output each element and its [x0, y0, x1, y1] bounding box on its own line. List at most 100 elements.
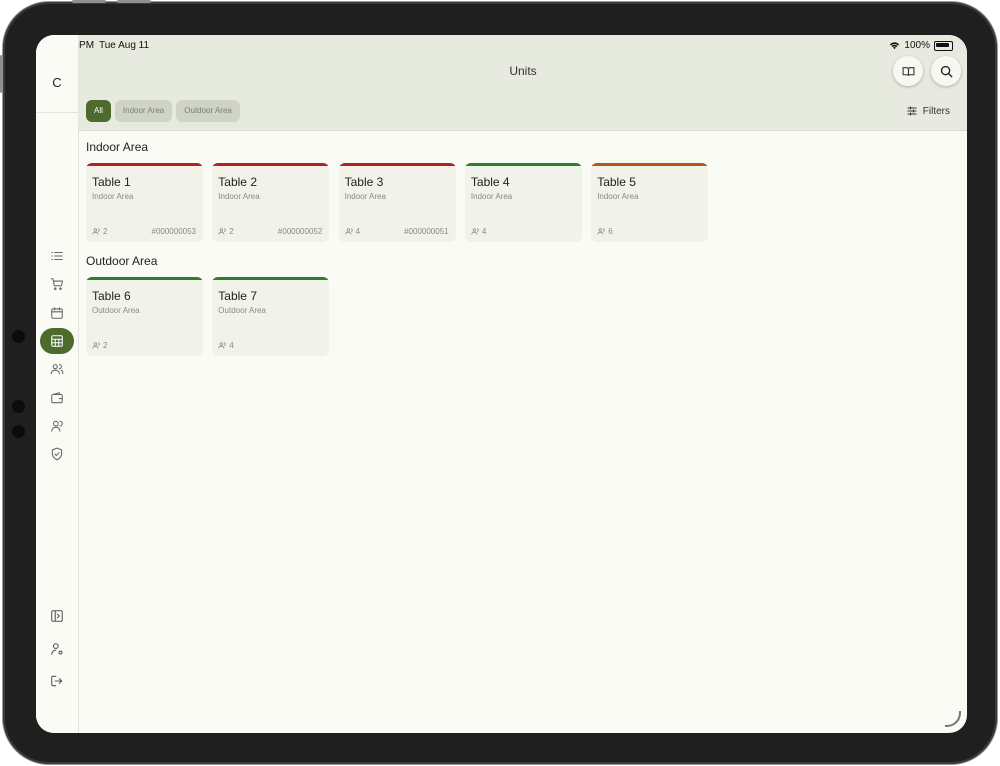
- battery-icon: [934, 40, 953, 51]
- guest-count: 6: [597, 227, 613, 236]
- filters-label: Filters: [922, 105, 950, 117]
- sidebar-item-users[interactable]: [40, 356, 74, 382]
- table-area: Indoor Area: [218, 192, 260, 201]
- user-settings-icon: [51, 642, 63, 655]
- table-card[interactable]: Table 5 Indoor Area 6: [591, 163, 709, 242]
- battery-percent: 100%: [904, 40, 930, 51]
- guest-count: 4: [471, 227, 486, 236]
- camera-dot: [12, 330, 25, 343]
- sidebar-item-list[interactable]: [40, 243, 74, 269]
- table-area: Indoor Area: [470, 192, 513, 201]
- logout-icon: [51, 675, 63, 687]
- guest-count-value: 4: [481, 227, 487, 236]
- side-button: [0, 55, 3, 93]
- table-card[interactable]: Table 6 Outdoor Area 2: [86, 277, 203, 356]
- table-name: Table 3: [344, 175, 384, 189]
- table-name: Table 6: [92, 289, 131, 303]
- filter-chip-indoor-area[interactable]: Indoor Area: [114, 100, 173, 122]
- table-card[interactable]: Table 7 Outdoor Area 4: [212, 277, 330, 356]
- status-bar-indicator: [591, 163, 709, 166]
- table-name: Table 1: [92, 175, 131, 189]
- status-bar-indicator: [212, 277, 330, 280]
- filters-button[interactable]: Filters: [906, 105, 950, 117]
- guest-count-value: 2: [103, 227, 108, 236]
- status-indicators: 100%: [889, 40, 953, 51]
- status-bar-indicator: [212, 163, 330, 166]
- sidebar-item-calendar[interactable]: [40, 300, 74, 326]
- app-logo: C: [52, 75, 62, 90]
- wallet-icon: [51, 391, 63, 403]
- table-card[interactable]: Table 1 Indoor Area 2 #000000053: [86, 163, 203, 242]
- sidebar-item-shield-check[interactable]: [40, 441, 74, 467]
- order-number: #000000051: [404, 227, 449, 236]
- guest-count-value: 2: [229, 227, 234, 236]
- status-bar-indicator: [86, 163, 203, 166]
- camera-dot: [12, 400, 25, 413]
- table-name: Table 2: [218, 175, 257, 189]
- units-content: Indoor Area Table 1 Indoor Area 2 #000000053…: [79, 131, 967, 733]
- guest-count-value: 4: [355, 227, 361, 236]
- sidebar-item-cart[interactable]: [40, 271, 74, 297]
- section-title: Indoor Area: [86, 140, 149, 154]
- sidebar-toggle-icon: [51, 610, 63, 622]
- status-bar: 11:49 PM Tue Aug 11 100%: [36, 35, 967, 55]
- order-number: #000000052: [277, 227, 323, 236]
- status-bar-indicator: [464, 163, 582, 166]
- guests-icon: [218, 342, 226, 349]
- status-bar-indicator: [86, 277, 203, 280]
- area-filter-chips: All Indoor Area Outdoor Area: [86, 100, 240, 122]
- table-card[interactable]: Table 3 Indoor Area 4 #000000051: [338, 163, 456, 242]
- guests-icon: [597, 228, 605, 235]
- sliders-icon: [907, 106, 917, 116]
- calendar-icon: [51, 306, 63, 319]
- guest-count-value: 2: [103, 341, 108, 350]
- section-title: Outdoor Area: [86, 254, 158, 268]
- guests-icon: [471, 228, 479, 235]
- table-grid-icon: [51, 335, 63, 347]
- book-icon: [902, 66, 914, 76]
- search-icon: [940, 65, 953, 78]
- guide-button[interactable]: [893, 56, 923, 86]
- search-button[interactable]: [931, 56, 961, 86]
- sidebar-item-table-grid[interactable]: [40, 327, 74, 354]
- guests-icon: [92, 228, 100, 235]
- sidebar-item-wallet[interactable]: [40, 385, 74, 411]
- table-card[interactable]: Table 4 Indoor Area 4: [464, 163, 582, 242]
- sidebar-item-user-settings[interactable]: [40, 636, 74, 662]
- guest-count: 2: [218, 227, 234, 236]
- volume-button: [72, 0, 106, 3]
- guests-icon: [218, 228, 226, 235]
- sidebar: C: [36, 35, 79, 733]
- sidebar-item-logout[interactable]: [40, 668, 74, 694]
- table-name: Table 4: [470, 175, 510, 189]
- page-title: Units: [509, 64, 537, 78]
- shield-check-icon: [51, 447, 63, 461]
- filter-chip-outdoor-area[interactable]: Outdoor Area: [176, 100, 240, 122]
- power-button: [117, 0, 151, 3]
- guest-count-value: 6: [608, 227, 613, 236]
- guest-count-value: 4: [229, 341, 234, 350]
- guests-icon: [92, 342, 100, 349]
- camera-dot: [12, 425, 25, 438]
- guest-count: 2: [92, 341, 107, 350]
- table-name: Table 7: [218, 289, 257, 303]
- status-date: Tue Aug 11: [99, 40, 150, 51]
- staff-icon: [51, 420, 63, 432]
- sidebar-divider: [36, 112, 78, 113]
- list-icon: [51, 251, 63, 261]
- table-area: Outdoor Area: [218, 306, 266, 315]
- table-card[interactable]: Table 2 Indoor Area 2 #000000052: [212, 163, 330, 242]
- filter-chip-all[interactable]: All: [86, 100, 111, 122]
- wifi-icon: [890, 42, 900, 50]
- guest-count: 2: [92, 227, 107, 236]
- cart-icon: [50, 278, 64, 291]
- app-screen: Units All Indoor Area Outdoor Area Filters…: [36, 35, 967, 733]
- table-area: Outdoor Area: [92, 306, 140, 315]
- sidebar-item-sidebar-toggle[interactable]: [40, 603, 74, 629]
- guest-count: 4: [344, 227, 361, 236]
- users-icon: [50, 364, 64, 375]
- guests-icon: [344, 228, 353, 235]
- guest-count: 4: [218, 341, 234, 350]
- table-name: Table 5: [597, 175, 636, 189]
- sidebar-item-staff[interactable]: [40, 413, 74, 439]
